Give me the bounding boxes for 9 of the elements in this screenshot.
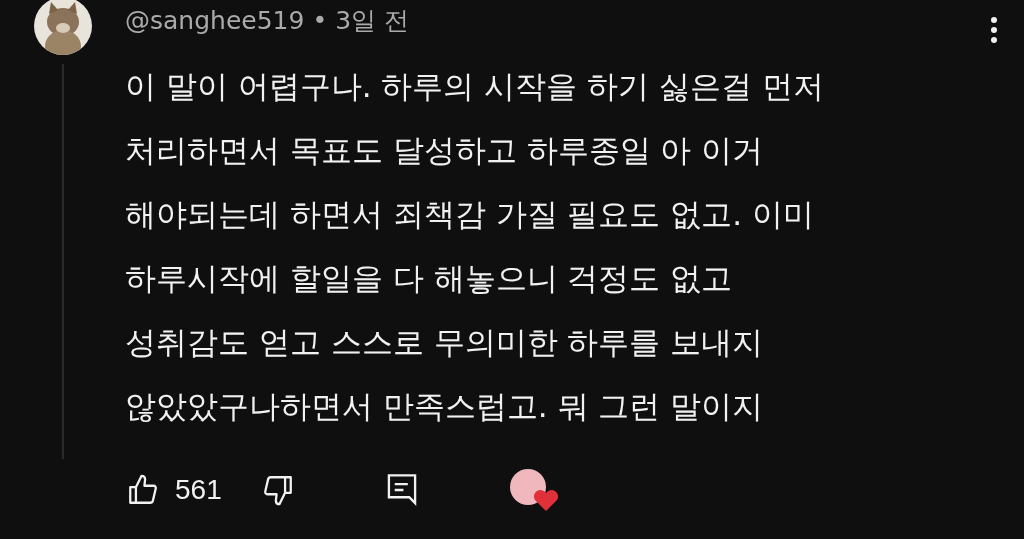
reply-icon	[385, 472, 418, 508]
like-count: 561	[175, 474, 222, 506]
comment-text: 이 말이 어렵구나. 하루의 시작을 하기 싫은걸 먼저 처리하면서 목표도 달성하고 하루종일 아 이거 해야되는데 하면서 죄책감 가질 필요도 없고. 이미 하루시작에 할일을 다 해놓으니 걱정도 없고 성취감도 얻고 스스로 무의미한 하루를 보내지 않았았구나하면서 만족스럽고. 뭐 그런 말이지	[125, 67, 825, 426]
comment-time: 3일 전	[335, 4, 409, 37]
separator: •	[312, 5, 328, 35]
reply-button[interactable]	[385, 472, 418, 508]
author-name[interactable]: @sanghee519	[125, 5, 305, 35]
more-icon	[989, 15, 999, 45]
like-button[interactable]: 561	[125, 473, 260, 507]
